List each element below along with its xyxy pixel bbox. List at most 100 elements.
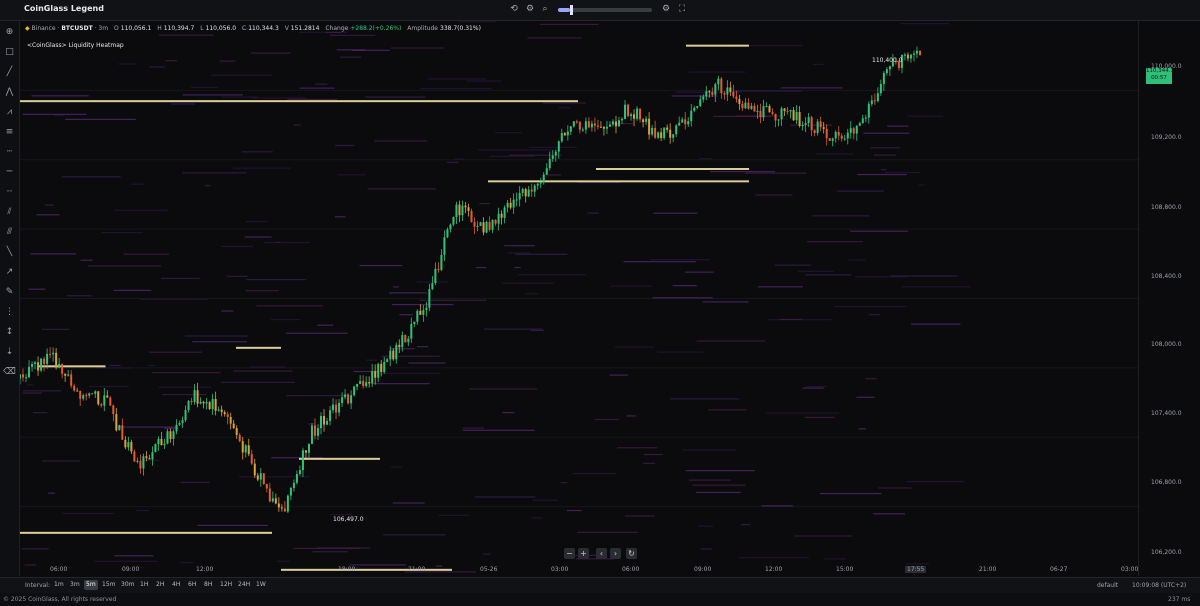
- delete-icon[interactable]: ⌫: [3, 366, 16, 379]
- crosshair-icon[interactable]: ⊕: [3, 26, 16, 39]
- candle-body: [413, 321, 416, 324]
- heatmap-cell: [458, 21, 496, 23]
- interval-1w[interactable]: 1W: [254, 580, 268, 590]
- candle-body: [46, 353, 49, 364]
- scroll-right-button[interactable]: ›: [610, 548, 621, 559]
- brush-icon[interactable]: ✎: [3, 286, 16, 299]
- replay-icon[interactable]: ⟲: [508, 3, 520, 15]
- zoom-in-button[interactable]: +: [578, 548, 589, 559]
- heatmap-chart[interactable]: [20, 21, 1138, 576]
- channel-icon[interactable]: ⫽: [3, 206, 16, 219]
- candle-body: [774, 113, 777, 121]
- timezone-display[interactable]: 10:09:08 (UTC+2): [1132, 582, 1186, 589]
- pattern-icon[interactable]: ⩘: [3, 106, 16, 119]
- heatmap-cell: [857, 173, 907, 176]
- chart-area[interactable]: [20, 21, 1138, 576]
- candle-body: [40, 358, 43, 371]
- candle-body: [332, 404, 335, 411]
- fib-icon[interactable]: ≡: [3, 126, 16, 139]
- candle-body: [121, 425, 124, 440]
- candle-body: [617, 120, 620, 127]
- scroll-left-button[interactable]: ‹: [596, 548, 607, 559]
- heatmap-cell: [226, 275, 248, 277]
- interval-15m[interactable]: 15m: [100, 580, 117, 590]
- candle-body: [226, 414, 229, 418]
- settings-icon[interactable]: ⚙: [660, 3, 672, 15]
- candle-body: [389, 350, 392, 360]
- candle-body: [587, 121, 590, 128]
- hline-icon[interactable]: ┄: [3, 146, 16, 159]
- candle-body: [581, 129, 584, 131]
- interval-5m[interactable]: 5m: [84, 580, 98, 590]
- arrow-icon[interactable]: ↗: [3, 266, 16, 279]
- candle-body: [798, 112, 801, 126]
- candle-body: [335, 404, 338, 413]
- interval-2h[interactable]: 2H: [154, 580, 166, 590]
- reset-chart-button[interactable]: ↻: [626, 548, 637, 559]
- candle-body: [473, 222, 476, 227]
- heatmap-cell: [700, 548, 713, 550]
- candle-body: [494, 219, 497, 224]
- candle-body: [220, 409, 223, 413]
- candle-body: [467, 207, 470, 211]
- heatmap-cell: [806, 241, 863, 243]
- candle-body: [313, 425, 316, 436]
- parallel-icon[interactable]: ⫻: [3, 226, 16, 239]
- ray-icon[interactable]: ┈: [3, 186, 16, 199]
- layout-select[interactable]: default: [1097, 582, 1118, 589]
- heatmap-cell: [836, 190, 884, 192]
- interval-24h[interactable]: 24H: [236, 580, 252, 590]
- settings-icon[interactable]: ⚙: [524, 3, 536, 15]
- heatmap-cell: [702, 301, 749, 303]
- heatmap-cell: [812, 215, 870, 217]
- candle-body: [506, 202, 509, 208]
- interval-1h[interactable]: 1H: [138, 580, 150, 590]
- heatmap-cell: [709, 171, 776, 173]
- trendline-icon[interactable]: ╱: [3, 66, 16, 79]
- ohlc-info: ◆ Binance · BTCUSDT · 3m O 110,056.1 H 110…: [25, 25, 481, 32]
- price-tick: 108,400.0: [1151, 273, 1182, 280]
- top-toolbar: CoinGlass Legend ⟲ ⚙ ⌕ ⚙ ⛶: [0, 0, 1200, 21]
- candle-body: [849, 128, 852, 133]
- heatmap-cell: [873, 154, 896, 156]
- interval-3m[interactable]: 3m: [68, 580, 82, 590]
- fullscreen-icon[interactable]: ⛶: [676, 3, 688, 15]
- heatmap-cell: [850, 230, 908, 232]
- candle-body: [395, 344, 398, 360]
- replay-progress-slider[interactable]: [558, 5, 652, 15]
- interval-8h[interactable]: 8H: [202, 580, 214, 590]
- interval-6h[interactable]: 6H: [186, 580, 198, 590]
- zoom-out-button[interactable]: −: [564, 548, 575, 559]
- change-value: +288.2(+0.26%): [350, 25, 402, 32]
- search-icon[interactable]: ⌕: [539, 3, 551, 15]
- candle-body: [223, 412, 226, 415]
- candle-body: [867, 103, 870, 118]
- horizontal-line-icon[interactable]: ─: [3, 166, 16, 179]
- anchor-icon[interactable]: ⇣: [3, 346, 16, 359]
- heatmap-cell: [482, 553, 491, 555]
- candle-body: [235, 428, 238, 435]
- interval-12h[interactable]: 12H: [218, 580, 234, 590]
- heatmap-cell: [873, 513, 905, 515]
- price-axis[interactable]: 110,000.0 109,200.0 108,800.0 108,400.0 …: [1138, 21, 1200, 576]
- candle-body: [771, 112, 774, 114]
- candle-body: [660, 132, 663, 139]
- price-tick: 109,200.0: [1151, 134, 1182, 141]
- heatmap-cell: [532, 499, 558, 501]
- rectangle-icon[interactable]: □: [3, 46, 16, 59]
- interval-4h[interactable]: 4H: [170, 580, 182, 590]
- candle-body: [834, 131, 837, 139]
- candle-body: [611, 121, 614, 125]
- heatmap-cell: [151, 372, 221, 374]
- measure-icon[interactable]: ↕: [3, 326, 16, 339]
- line-icon[interactable]: ╲: [3, 246, 16, 259]
- heatmap-cell: [907, 115, 944, 117]
- candle-body: [338, 402, 341, 413]
- replay-progress-knob[interactable]: [570, 5, 573, 15]
- interval-1m[interactable]: 1m: [52, 580, 66, 590]
- vertical-line-icon[interactable]: ⋮: [3, 306, 16, 319]
- candle-body: [747, 102, 750, 109]
- path-icon[interactable]: ⋀: [3, 86, 16, 99]
- interval-30m[interactable]: 30m: [119, 580, 136, 590]
- heatmap-cell: [299, 87, 335, 89]
